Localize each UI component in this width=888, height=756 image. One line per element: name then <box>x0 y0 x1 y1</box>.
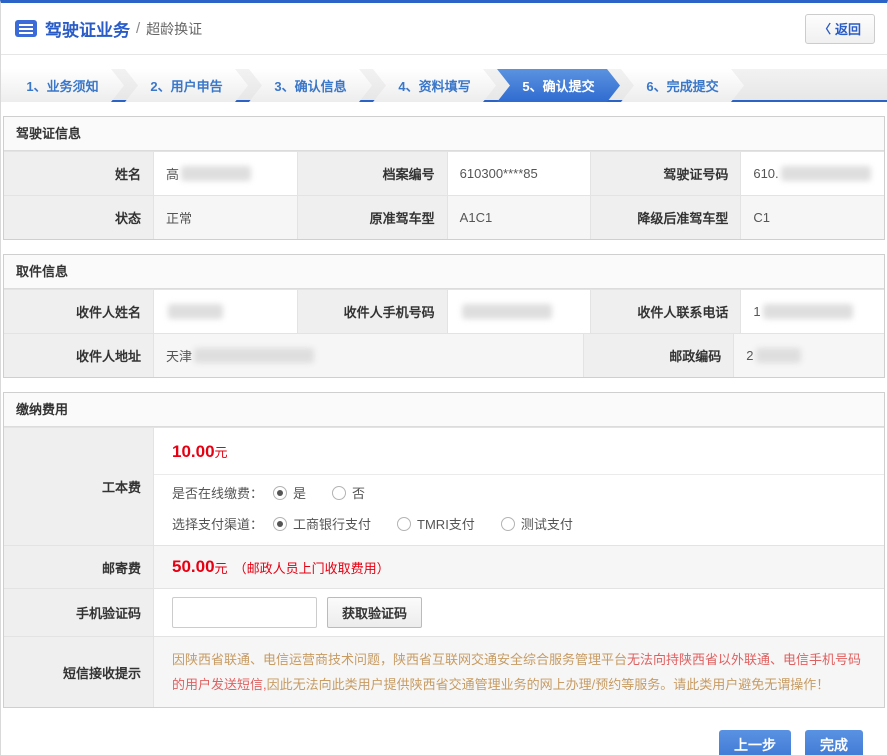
field-value-status: 正常 <box>154 196 298 239</box>
online-pay-question-row: 是否在线缴费： 是 否 <box>154 475 884 506</box>
table-row: 收件人姓名 收件人手机号码 收件人联系电话 1 <box>4 289 884 333</box>
step-2-user-declaration[interactable]: 2、用户申告 <box>125 69 248 102</box>
pay-channel-question: 选择支付渠道： <box>172 514 263 533</box>
radio-icon <box>273 486 287 500</box>
sms-code-input[interactable] <box>172 597 317 628</box>
breadcrumb-current: 超龄换证 <box>146 19 202 39</box>
field-label-sms-tip: 短信接收提示 <box>4 637 154 707</box>
section-license-info: 驾驶证信息 姓名 高 档案编号 610300****85 驾驶证号码 610. … <box>3 116 885 240</box>
step-6-complete-submit[interactable]: 6、完成提交 <box>621 69 744 102</box>
fee-amount: 10.00 <box>172 442 215 461</box>
radio-icon <box>501 517 515 531</box>
previous-step-button[interactable]: 上一步 <box>719 730 791 756</box>
field-value-recipient-address: 天津 <box>154 334 584 377</box>
table-row: 姓名 高 档案编号 610300****85 驾驶证号码 610. <box>4 151 884 195</box>
license-business-icon <box>15 20 37 37</box>
radio-icon <box>397 517 411 531</box>
sms-code-row-body: 获取验证码 <box>154 589 884 636</box>
back-button[interactable]: 〈 返回 <box>805 14 875 44</box>
field-value-file-number: 610300****85 <box>448 152 592 195</box>
radio-online-no[interactable]: 否 <box>332 483 365 502</box>
field-value-postal-code: 2 <box>734 334 884 377</box>
fee-row: 工本费 10.00元 是否在线缴费： 是 否 选择支付渠道： 工商银行支付 TM… <box>4 427 884 545</box>
get-code-button[interactable]: 获取验证码 <box>327 597 422 628</box>
field-value-downgraded-class: C1 <box>741 196 884 239</box>
page: 驾驶证业务 / 超龄换证 〈 返回 1、业务须知 2、用户申告 3、确认信息 4… <box>0 0 888 756</box>
radio-online-yes[interactable]: 是 <box>273 483 306 502</box>
postage-unit: 元 <box>215 558 228 577</box>
field-label-recipient-name: 收件人姓名 <box>4 290 154 333</box>
field-value-recipient-mobile <box>448 290 592 333</box>
field-label-postage-fee: 邮寄费 <box>4 546 154 588</box>
postage-row: 邮寄费 50.00元 （邮政人员上门收取费用） <box>4 545 884 588</box>
section-payment-fees: 缴纳费用 工本费 10.00元 是否在线缴费： 是 否 选择支付渠道： 工商银行… <box>3 392 885 708</box>
field-value-license-number: 610. <box>741 152 884 195</box>
radio-channel-icbc[interactable]: 工商银行支付 <box>273 514 371 533</box>
section-pickup-info: 取件信息 收件人姓名 收件人手机号码 收件人联系电话 1 收件人地址 天津 邮政… <box>3 254 885 378</box>
field-label-sms-code: 手机验证码 <box>4 589 154 636</box>
radio-icon <box>273 517 287 531</box>
section-title: 取件信息 <box>4 255 884 289</box>
sms-tip-row-body: 因陕西省联通、电信运营商技术问题，陕西省互联网交通安全综合服务管理平台无法向持陕… <box>154 637 884 707</box>
fee-row-body: 10.00元 是否在线缴费： 是 否 选择支付渠道： 工商银行支付 TMRI支付… <box>154 428 884 545</box>
step-4-fill-materials[interactable]: 4、资料填写 <box>373 69 496 102</box>
postage-amount: 50.00 <box>172 557 215 577</box>
radio-icon <box>332 486 346 500</box>
field-value-recipient-phone: 1 <box>741 290 884 333</box>
step-5-confirm-submit[interactable]: 5、确认提交 <box>497 69 620 102</box>
field-value-recipient-name <box>154 290 298 333</box>
radio-channel-test[interactable]: 测试支付 <box>501 514 573 533</box>
table-row: 收件人地址 天津 邮政编码 2 <box>4 333 884 377</box>
fee-amount-line: 10.00元 <box>154 428 884 475</box>
field-label-production-fee: 工本费 <box>4 428 154 545</box>
table-row: 状态 正常 原准驾车型 A1C1 降级后准驾车型 C1 <box>4 195 884 239</box>
redaction-blur <box>462 304 552 319</box>
chevron-left-icon: 〈 <box>819 20 831 37</box>
field-label-license-number: 驾驶证号码 <box>591 152 741 195</box>
field-label-downgraded-class: 降级后准驾车型 <box>591 196 741 239</box>
field-label-file-number: 档案编号 <box>298 152 448 195</box>
redaction-blur <box>781 166 871 181</box>
field-label-recipient-phone: 收件人联系电话 <box>591 290 741 333</box>
step-3-confirm-info[interactable]: 3、确认信息 <box>249 69 372 102</box>
redaction-blur <box>168 304 223 319</box>
postage-note: （邮政人员上门收取费用） <box>234 558 390 577</box>
footer-actions: 上一步 完成 <box>1 708 887 756</box>
sms-tip-row: 短信接收提示 因陕西省联通、电信运营商技术问题，陕西省互联网交通安全综合服务管理… <box>4 636 884 707</box>
step-wizard: 1、业务须知 2、用户申告 3、确认信息 4、资料填写 5、确认提交 6、完成提… <box>1 69 887 102</box>
field-label-postal-code: 邮政编码 <box>584 334 734 377</box>
field-label-original-class: 原准驾车型 <box>298 196 448 239</box>
redaction-blur <box>194 348 314 363</box>
field-label-recipient-address: 收件人地址 <box>4 334 154 377</box>
field-label-status: 状态 <box>4 196 154 239</box>
fee-unit: 元 <box>215 445 228 460</box>
step-1-business-notice[interactable]: 1、业务须知 <box>1 69 124 102</box>
finish-button[interactable]: 完成 <box>805 730 863 756</box>
field-value-name: 高 <box>154 152 298 195</box>
section-title: 缴纳费用 <box>4 393 884 427</box>
radio-channel-tmri[interactable]: TMRI支付 <box>397 514 475 533</box>
redaction-blur <box>756 348 801 363</box>
sms-code-row: 手机验证码 获取验证码 <box>4 588 884 636</box>
pay-channel-question-row: 选择支付渠道： 工商银行支付 TMRI支付 测试支付 <box>154 506 884 545</box>
redaction-blur <box>181 166 251 181</box>
section-title: 驾驶证信息 <box>4 117 884 151</box>
online-pay-question: 是否在线缴费： <box>172 483 263 502</box>
page-title: 驾驶证业务 <box>45 16 130 41</box>
header: 驾驶证业务 / 超龄换证 〈 返回 <box>1 3 887 55</box>
breadcrumb-divider: / <box>136 20 140 37</box>
field-label-name: 姓名 <box>4 152 154 195</box>
back-button-label: 返回 <box>835 19 861 38</box>
postage-row-body: 50.00元 （邮政人员上门收取费用） <box>154 546 884 588</box>
postage-amount-line: 50.00元 （邮政人员上门收取费用） <box>154 546 884 588</box>
field-label-recipient-mobile: 收件人手机号码 <box>298 290 448 333</box>
field-value-original-class: A1C1 <box>448 196 592 239</box>
redaction-blur <box>763 304 853 319</box>
sms-tip-text: 因陕西省联通、电信运营商技术问题，陕西省互联网交通安全综合服务管理平台无法向持陕… <box>154 637 884 707</box>
